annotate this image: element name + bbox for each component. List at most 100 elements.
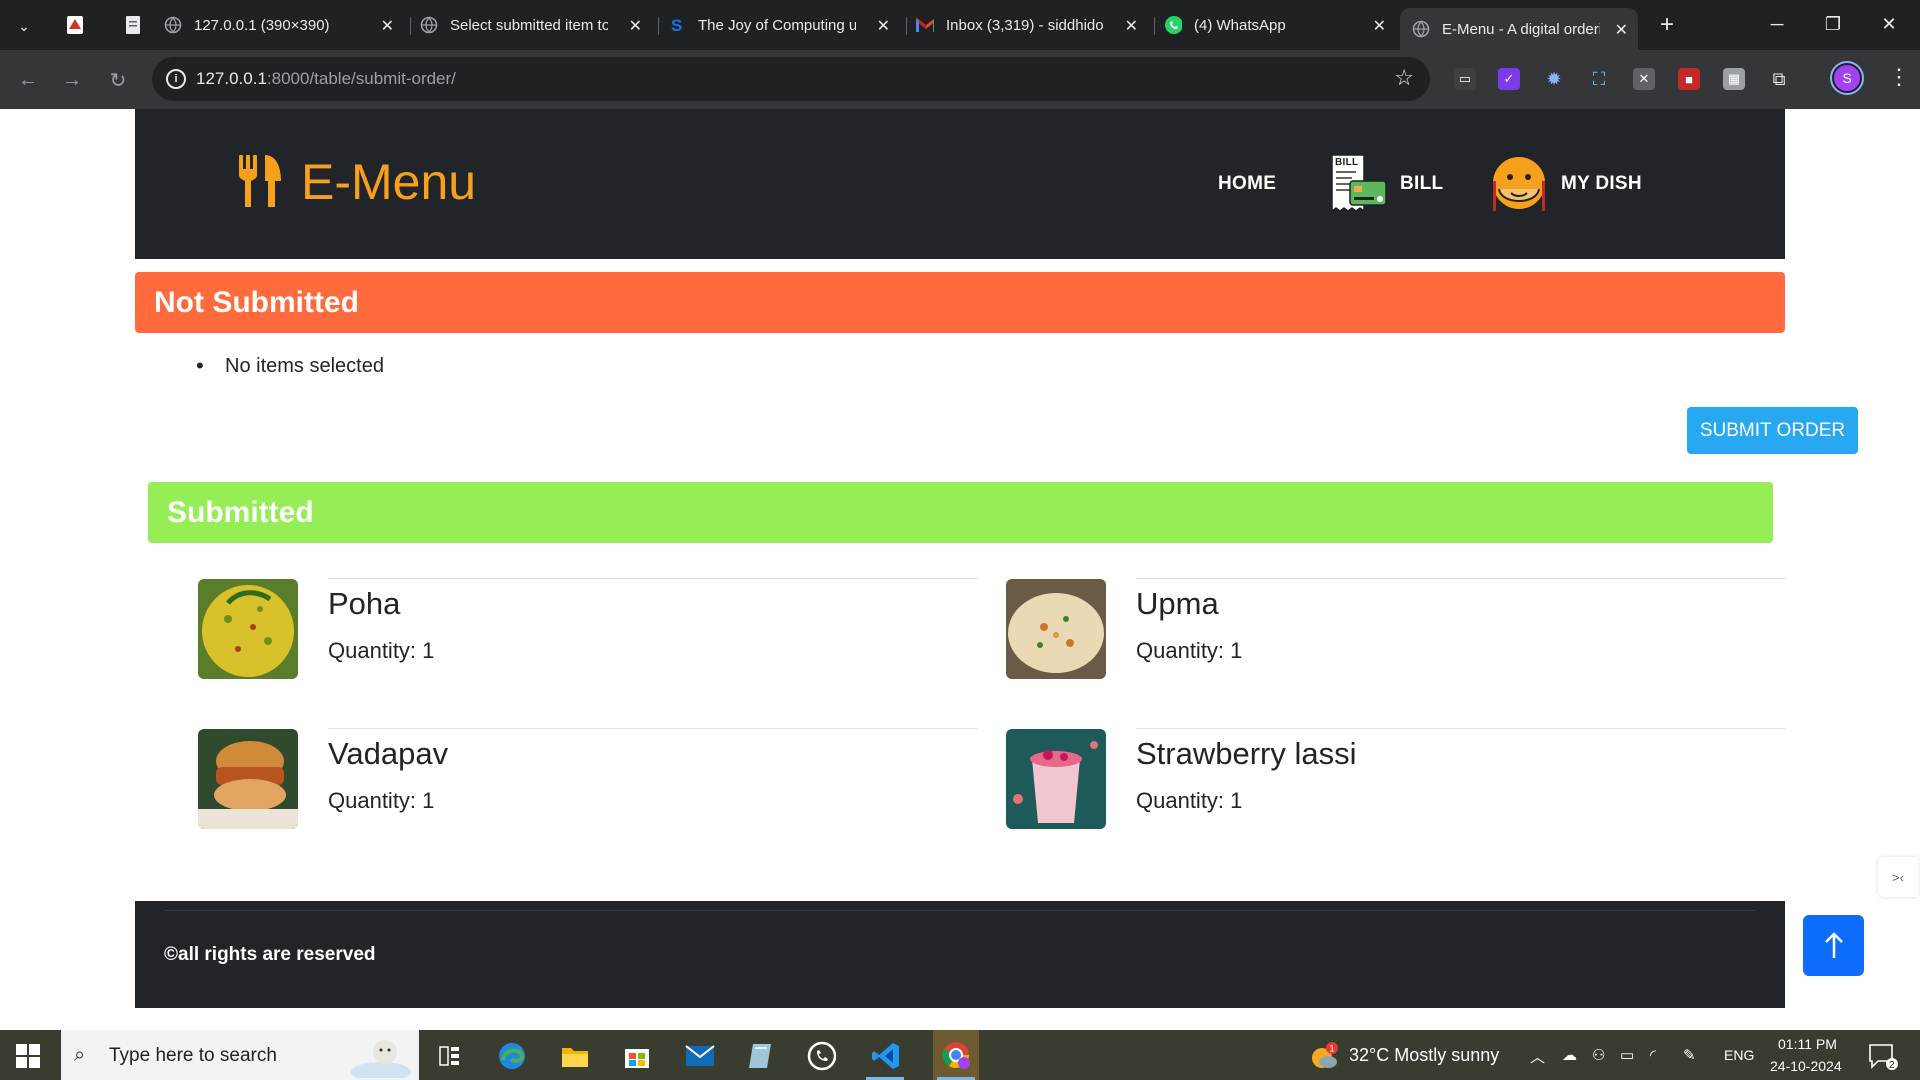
item-name: Vadapav — [328, 736, 449, 771]
snow-leopard-icon — [351, 1040, 411, 1078]
close-tab-icon[interactable]: ✕ — [1125, 16, 1138, 36]
whatsapp-taskbar-icon[interactable] — [806, 1040, 838, 1072]
tab-separator — [1154, 17, 1155, 35]
pen-icon[interactable]: ✎ — [1683, 1046, 1696, 1064]
clock-date[interactable]: 24-10-2024 — [1770, 1058, 1842, 1074]
whatsapp-icon — [1164, 16, 1182, 34]
globe-icon — [420, 16, 438, 34]
browser-tab-strip: ⌄ 127.0.0.1 (390×390) ✕ Select submitted… — [0, 0, 1920, 50]
pinned-tab-pdf-icon[interactable] — [62, 12, 88, 38]
close-tab-icon[interactable]: ✕ — [1615, 20, 1628, 40]
weather-sun-icon: 1 — [1312, 1042, 1338, 1068]
item-quantity: Quantity: 1 — [1136, 638, 1243, 663]
side-extension-handle-icon[interactable]: >‹ — [1878, 857, 1918, 897]
tab-separator — [906, 17, 907, 35]
strawberry-lassi-image — [1006, 729, 1106, 829]
close-tab-icon[interactable]: ✕ — [877, 16, 890, 36]
tab-whatsapp[interactable]: (4) WhatsApp ✕ — [1164, 8, 1396, 42]
task-view-icon[interactable] — [434, 1040, 466, 1072]
extension-checkbox-icon[interactable]: ✓ — [1498, 68, 1520, 90]
meet-now-icon[interactable]: ⚇ — [1592, 1046, 1605, 1064]
notification-center-icon[interactable]: 2 — [1868, 1043, 1898, 1071]
file-explorer-icon[interactable] — [559, 1040, 591, 1072]
extension-qr-icon[interactable]: ▦ — [1723, 68, 1745, 90]
browser-menu-icon[interactable]: ⋮ — [1888, 64, 1910, 90]
url-text[interactable]: 127.0.0.1:8000/table/submit-order/ — [196, 69, 456, 89]
windows-taskbar: ⌕ Type here to search 1 32°C Mostly sunn… — [0, 1030, 1920, 1080]
nav-home[interactable]: HOME — [1218, 109, 1276, 259]
tab-localhost-image[interactable]: 127.0.0.1 (390×390) ✕ — [164, 8, 404, 42]
tab-title: Inbox (3,319) - siddhidoshi — [946, 16, 1104, 34]
submitted-item-vadapav: Vadapav Quantity: 1 — [198, 728, 978, 840]
vscode-icon[interactable] — [870, 1040, 902, 1072]
tab-gmail-inbox[interactable]: Inbox (3,319) - siddhidoshi ✕ — [916, 8, 1148, 42]
arrow-up-icon — [1824, 931, 1843, 958]
extension-gear-icon[interactable]: ✹ — [1543, 68, 1565, 90]
item-divider — [328, 728, 978, 729]
chrome-taskbar-icon[interactable] — [933, 1030, 979, 1080]
extension-crop-icon[interactable]: ⛶ — [1588, 68, 1610, 90]
globe-icon — [1412, 20, 1430, 38]
nav-bill[interactable]: BILL BILL — [1326, 109, 1443, 259]
nav-my-dish[interactable]: MY DISH — [1489, 109, 1642, 259]
item-quantity: Quantity: 1 — [328, 638, 435, 663]
submit-order-button[interactable]: SUBMIT ORDER — [1687, 407, 1858, 454]
minimize-icon[interactable]: ─ — [1754, 6, 1800, 42]
pinned-tab-docs-icon[interactable] — [120, 12, 146, 38]
url-host: 127.0.0.1 — [196, 69, 267, 88]
site-footer: ©all rights are reserved — [135, 901, 1785, 1008]
tab-separator — [410, 17, 411, 35]
nav-my-dish-label: MY DISH — [1561, 173, 1642, 194]
item-divider — [1136, 728, 1786, 729]
bill-receipt-icon: BILL — [1331, 154, 1387, 213]
extension-image-icon[interactable]: ✕ — [1633, 68, 1655, 90]
window-close-icon[interactable]: ✕ — [1866, 6, 1912, 42]
globe-icon — [164, 16, 182, 34]
site-navbar: E-Menu HOME BILL BILL MY DISH — [135, 109, 1785, 259]
tab-title: Select submitted item to change — [450, 16, 608, 34]
brand-link[interactable]: E-Menu — [237, 153, 476, 211]
extensions-puzzle-icon[interactable]: ⧉ — [1768, 68, 1790, 90]
page-viewport: E-Menu HOME BILL BILL MY DISH Not Submit… — [0, 109, 1920, 1030]
onedrive-cloud-icon[interactable]: ☁ — [1562, 1046, 1577, 1064]
svg-text:S: S — [671, 16, 682, 34]
close-tab-icon[interactable]: ✕ — [629, 16, 642, 36]
not-submitted-header: Not Submitted — [135, 272, 1785, 333]
chef-face-icon — [1491, 155, 1547, 211]
extension-reader-icon[interactable]: ▭ — [1454, 68, 1476, 90]
language-indicator[interactable]: ENG — [1724, 1047, 1754, 1063]
reload-icon[interactable]: ↻ — [104, 66, 132, 94]
site-info-icon[interactable]: i — [166, 69, 186, 89]
extension-record-icon[interactable]: ■ — [1678, 68, 1700, 90]
tab-emenu-active[interactable]: E-Menu - A digital ordering system ✕ — [1400, 8, 1638, 50]
restore-icon[interactable]: ❐ — [1810, 6, 1856, 42]
battery-icon[interactable]: ▭ — [1620, 1046, 1634, 1064]
wifi-icon[interactable]: ◜ — [1650, 1046, 1656, 1064]
forward-arrow-icon[interactable]: → — [58, 66, 86, 94]
weather-text[interactable]: 32°C Mostly sunny — [1349, 1045, 1499, 1066]
tab-django-admin[interactable]: Select submitted item to change ✕ — [420, 8, 652, 42]
tab-search-chevron-icon[interactable]: ⌄ — [10, 12, 38, 40]
item-name: Strawberry lassi — [1136, 736, 1357, 771]
submitted-item-poha: Poha Quantity: 1 — [198, 578, 978, 690]
bookmark-star-icon[interactable]: ☆ — [1394, 65, 1414, 91]
submitted-header: Submitted — [148, 482, 1773, 543]
address-bar[interactable]: i 127.0.0.1:8000/table/submit-order/ ☆ — [152, 57, 1430, 101]
mail-icon[interactable] — [684, 1040, 716, 1072]
poha-image — [198, 579, 298, 679]
close-tab-icon[interactable]: ✕ — [381, 16, 394, 36]
back-arrow-icon[interactable]: ← — [14, 66, 42, 94]
taskbar-search-box[interactable]: ⌕ Type here to search — [61, 1030, 419, 1080]
windows-start-icon[interactable] — [16, 1044, 40, 1068]
notes-app-icon[interactable] — [744, 1040, 776, 1072]
item-quantity: Quantity: 1 — [1136, 788, 1243, 813]
edge-browser-icon[interactable] — [496, 1040, 528, 1072]
profile-avatar[interactable]: S — [1830, 61, 1864, 95]
show-hidden-icons-chevron-icon[interactable]: ︿ — [1530, 1046, 1545, 1067]
microsoft-store-icon[interactable] — [621, 1040, 653, 1072]
back-to-top-button[interactable] — [1803, 915, 1864, 976]
new-tab-plus-icon[interactable]: + — [1652, 10, 1682, 40]
tab-joy-of-computing[interactable]: S The Joy of Computing using Python ✕ — [668, 8, 900, 42]
close-tab-icon[interactable]: ✕ — [1373, 16, 1386, 36]
clock-time[interactable]: 01:11 PM — [1778, 1036, 1837, 1052]
